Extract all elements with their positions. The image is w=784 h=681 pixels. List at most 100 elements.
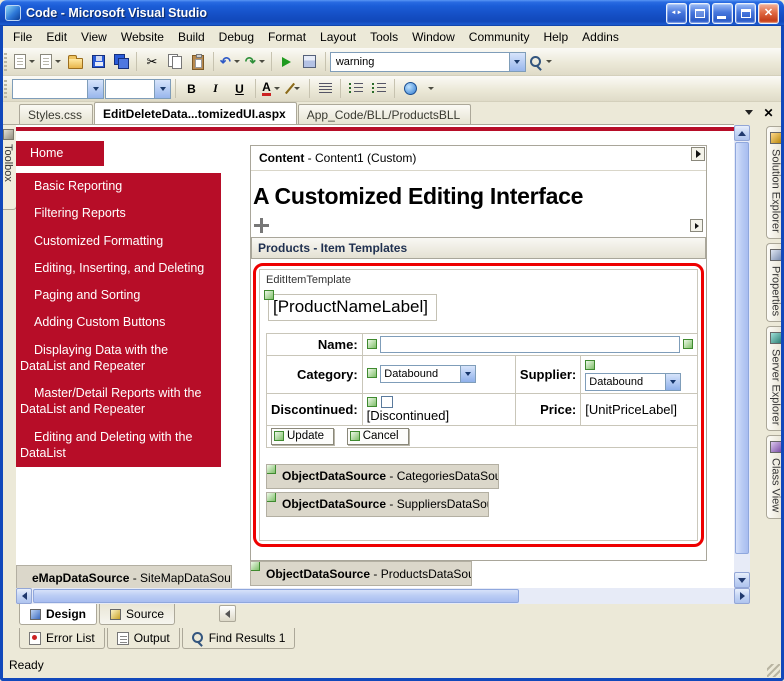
tab-styles-css[interactable]: Styles.css: [19, 104, 93, 124]
tab-productsbll[interactable]: App_Code/BLL/ProductsBLL: [298, 104, 471, 124]
nav-item-paging-sorting[interactable]: Paging and Sorting: [16, 282, 221, 309]
menu-tools[interactable]: Tools: [363, 27, 405, 47]
toolbar-grip[interactable]: [4, 80, 7, 98]
scroll-right-button[interactable]: [734, 588, 750, 604]
menu-window[interactable]: Window: [405, 27, 462, 47]
add-item-button[interactable]: [38, 51, 63, 73]
numbered-list-button[interactable]: [368, 78, 390, 100]
new-project-button[interactable]: [12, 51, 37, 73]
tab-close-button[interactable]: ✕: [761, 105, 776, 120]
undo-button[interactable]: ↶: [218, 51, 242, 73]
nav-item-editing-inserting-deleting[interactable]: Editing, Inserting, and Deleting: [16, 255, 221, 282]
minimize-button[interactable]: [712, 3, 733, 24]
tab-error-list[interactable]: Error List: [19, 628, 105, 649]
maximize-button[interactable]: [735, 3, 756, 24]
cancel-button[interactable]: Cancel: [347, 428, 409, 445]
nav-item-customized-formatting[interactable]: Customized Formatting: [16, 228, 221, 255]
categories-datasource-control[interactable]: ObjectDataSource - CategoriesDataSource: [266, 464, 499, 489]
tab-editdeletedatalist-aspx[interactable]: EditDeleteData...tomizedUI.aspx: [94, 102, 297, 124]
products-datasource-control[interactable]: ObjectDataSource - ProductsDataSource: [250, 561, 472, 586]
underline-button[interactable]: U: [228, 79, 251, 99]
menu-addins[interactable]: Addins: [575, 27, 626, 47]
discontinued-checkbox[interactable]: [381, 396, 393, 408]
close-button[interactable]: ✕: [758, 3, 779, 24]
save-all-button[interactable]: [110, 51, 132, 73]
content-placeholder-control[interactable]: Content - Content1 (Custom) A Customized…: [250, 145, 707, 561]
menu-edit[interactable]: Edit: [39, 27, 74, 47]
nav-item-master-detail[interactable]: Master/Detail Reports with the DataList …: [16, 380, 221, 424]
font-combo-dropdown[interactable]: [154, 80, 170, 98]
sitemap-datasource-control[interactable]: eMapDataSource - SiteMapDataSource1: [16, 565, 232, 588]
toolbar-options-icon[interactable]: [428, 87, 434, 90]
supplier-dropdown[interactable]: Databound: [585, 373, 681, 391]
tab-find-results[interactable]: Find Results 1: [182, 628, 296, 649]
dropdown-button[interactable]: [665, 374, 680, 390]
menu-community[interactable]: Community: [462, 27, 537, 47]
toolbar-grip[interactable]: [4, 53, 7, 71]
horizontal-scroll-thumb[interactable]: [33, 589, 519, 603]
scroll-up-button[interactable]: [734, 125, 750, 141]
find-in-files-button[interactable]: [527, 51, 554, 73]
window-mode-button[interactable]: [689, 3, 710, 24]
nav-item-basic-reporting[interactable]: Basic Reporting: [16, 173, 221, 200]
tab-source[interactable]: Source: [99, 604, 175, 625]
dock-button[interactable]: ◄►: [666, 3, 687, 24]
scroll-down-button[interactable]: [734, 572, 750, 588]
smart-tag-arrow-icon[interactable]: [691, 147, 705, 161]
datalist-header[interactable]: Products - Item Templates: [251, 237, 706, 259]
nav-item-filtering-reports[interactable]: Filtering Reports: [16, 200, 221, 227]
start-debug-button[interactable]: [276, 51, 298, 73]
tab-list-dropdown-button[interactable]: [741, 105, 756, 120]
resize-grip[interactable]: [767, 664, 780, 677]
find-combo-dropdown[interactable]: [509, 53, 525, 71]
vertical-scrollbar[interactable]: [734, 125, 750, 588]
suppliers-datasource-control[interactable]: ObjectDataSource - SuppliersDataSource: [266, 492, 489, 517]
menu-website[interactable]: Website: [114, 27, 171, 47]
dropdown-button[interactable]: [460, 366, 475, 382]
server-explorer-tab[interactable]: Server Explorer: [766, 326, 784, 431]
bullet-list-button[interactable]: [345, 78, 367, 100]
block-format-button[interactable]: [314, 78, 336, 100]
horizontal-scrollbar[interactable]: [16, 588, 750, 604]
copy-button[interactable]: [164, 51, 186, 73]
menu-help[interactable]: Help: [536, 27, 575, 47]
cut-button[interactable]: ✂: [141, 51, 163, 73]
solution-explorer-tab[interactable]: Solution Explorer: [766, 126, 784, 239]
tab-design[interactable]: Design: [19, 604, 97, 625]
redo-button[interactable]: ↷: [243, 51, 267, 73]
tab-scroll-left-button[interactable]: [219, 605, 236, 622]
nav-item-home[interactable]: Home: [16, 141, 104, 166]
nav-item-editing-deleting-datalist[interactable]: Editing and Deleting with the DataList: [16, 424, 221, 468]
product-name-input[interactable]: [380, 336, 680, 353]
edit-item-template-region[interactable]: EditItemTemplate [ProductNameLabel] Name…: [259, 269, 698, 541]
highlight-button[interactable]: [283, 78, 305, 100]
font-color-button[interactable]: A: [260, 78, 282, 100]
move-handle-icon[interactable]: [254, 218, 269, 233]
menu-build[interactable]: Build: [171, 27, 212, 47]
view-in-browser-button[interactable]: [299, 51, 321, 73]
category-dropdown[interactable]: Databound: [380, 365, 476, 383]
hyperlink-button[interactable]: [399, 78, 421, 100]
paste-button[interactable]: [187, 51, 209, 73]
style-combo[interactable]: [12, 79, 104, 99]
update-button[interactable]: Update: [271, 428, 334, 445]
bold-button[interactable]: B: [180, 79, 203, 99]
class-view-tab[interactable]: Class View: [766, 435, 784, 518]
open-file-button[interactable]: [64, 51, 86, 73]
find-combo[interactable]: warning: [330, 52, 526, 72]
tab-output[interactable]: Output: [107, 628, 180, 649]
properties-tab[interactable]: Properties: [766, 243, 784, 322]
font-combo[interactable]: [105, 79, 171, 99]
scroll-left-button[interactable]: [16, 588, 32, 604]
toolbox-tab[interactable]: Toolbox: [0, 124, 17, 210]
menu-format[interactable]: Format: [261, 27, 313, 47]
design-surface[interactable]: Home Basic Reporting Filtering Reports C…: [16, 124, 734, 588]
menu-debug[interactable]: Debug: [212, 27, 261, 47]
italic-button[interactable]: I: [204, 79, 227, 99]
nav-item-adding-custom-buttons[interactable]: Adding Custom Buttons: [16, 309, 221, 336]
save-button[interactable]: [87, 51, 109, 73]
menu-view[interactable]: View: [74, 27, 114, 47]
vertical-scroll-thumb[interactable]: [735, 142, 749, 554]
style-combo-dropdown[interactable]: [87, 80, 103, 98]
product-name-label-control[interactable]: [ProductNameLabel]: [268, 294, 437, 321]
